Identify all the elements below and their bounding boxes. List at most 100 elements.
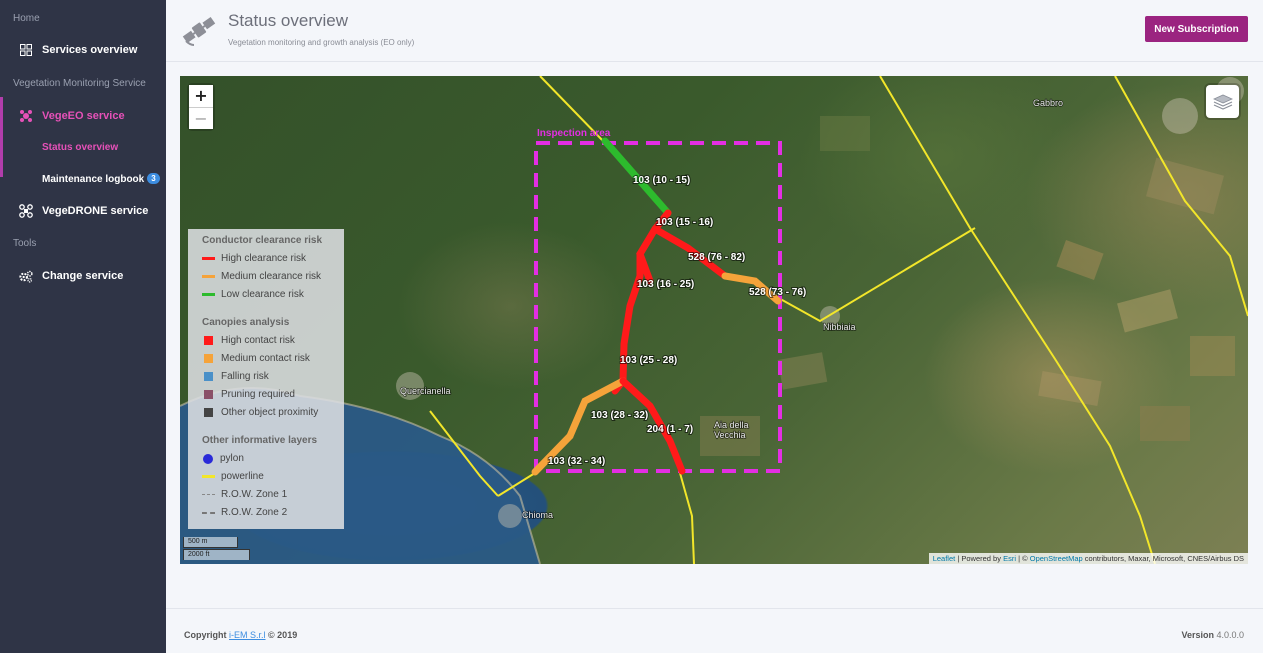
sidebar-section-vegetation: Vegetation Monitoring Service — [13, 78, 146, 89]
legend-swatch — [204, 408, 213, 417]
legend-swatch — [202, 257, 215, 260]
attribution-text: contributors, Maxar, Microsoft, CNES/Air… — [1084, 554, 1244, 563]
version-label: Version — [1181, 630, 1214, 640]
zoom-control: + − — [189, 85, 213, 129]
attribution-text: | Powered by — [957, 554, 1001, 563]
layers-button[interactable] — [1206, 85, 1239, 118]
legend-swatch — [204, 336, 213, 345]
page-subtitle: Vegetation monitoring and growth analysi… — [228, 38, 415, 47]
legend-label: pylon — [220, 453, 244, 464]
place-label: Chioma — [522, 510, 553, 520]
legend-row: powerline — [202, 471, 264, 482]
legend-title-other-layers: Other informative layers — [202, 435, 318, 446]
legend-label: Low clearance risk — [221, 289, 304, 300]
legend-label: Falling risk — [221, 371, 269, 382]
legend-swatch — [204, 390, 213, 399]
place-label: Aia della — [714, 420, 749, 430]
sidebar-item-services-overview[interactable]: Services overview — [0, 37, 166, 63]
legend-row: High contact risk — [202, 335, 295, 346]
company-link[interactable]: i-EM S.r.l — [229, 630, 266, 640]
vegeeo-icon — [19, 109, 33, 123]
place-label: Nibbiaia — [823, 322, 856, 332]
legend-row: Other object proximity — [202, 407, 318, 418]
segment-label: 528 (73 - 76) — [749, 287, 806, 298]
satellite-icon — [180, 11, 218, 49]
segment-label: 103 (32 - 34) — [548, 456, 605, 467]
legend-swatch — [202, 293, 215, 296]
new-subscription-button[interactable]: New Subscription — [1145, 16, 1248, 42]
segment-label: 528 (76 - 82) — [688, 252, 745, 263]
legend-swatch — [202, 475, 215, 478]
map-attribution: Leaflet | Powered by Esri | © OpenStreet… — [928, 553, 1248, 564]
place-label: Vecchia — [714, 430, 746, 440]
sidebar-subitem-maintenance-logbook[interactable]: Maintenance logbook 3 — [42, 173, 160, 185]
segment-label: 204 (1 - 7) — [647, 424, 693, 435]
legend-label: powerline — [221, 471, 264, 482]
segment-label: 103 (16 - 25) — [637, 279, 694, 290]
sidebar-item-label: Change service — [42, 270, 124, 282]
map-view[interactable]: Inspection area 103 (10 - 15) 103 (15 - … — [180, 76, 1248, 564]
drone-icon — [19, 204, 33, 218]
map-legend: Conductor clearance risk High clearance … — [188, 229, 344, 529]
legend-row: pylon — [202, 453, 244, 464]
segment-label: 103 (28 - 32) — [591, 410, 648, 421]
page-header: Status overview Vegetation monitoring an… — [166, 0, 1263, 62]
legend-row: Low clearance risk — [202, 289, 304, 300]
version-number: 4.0.0.0 — [1216, 630, 1244, 640]
legend-row: Pruning required — [202, 389, 295, 400]
legend-label: Pruning required — [221, 389, 295, 400]
zoom-in-button[interactable]: + — [189, 85, 213, 107]
legend-label: High contact risk — [221, 335, 295, 346]
legend-swatch — [202, 494, 215, 495]
page-title: Status overview — [228, 11, 348, 30]
leaflet-link[interactable]: Leaflet — [933, 554, 956, 563]
sidebar-section-home: Home — [13, 13, 40, 24]
legend-row: R.O.W. Zone 2 — [202, 507, 287, 518]
legend-label: Medium contact risk — [221, 353, 310, 364]
zoom-out-button[interactable]: − — [189, 107, 213, 129]
segment-label: 103 (25 - 28) — [620, 355, 677, 366]
sidebar-item-label: Maintenance logbook — [42, 174, 145, 185]
copyright-prefix: Copyright — [184, 630, 227, 640]
legend-label: Medium clearance risk — [221, 271, 322, 282]
legend-row: Medium contact risk — [202, 353, 310, 364]
sidebar: Home Services overview Vegetation Monito… — [0, 0, 166, 653]
attribution-text: | © — [1018, 554, 1028, 563]
legend-label: Other object proximity — [221, 407, 319, 418]
openstreetmap-link[interactable]: OpenStreetMap — [1030, 554, 1083, 563]
sidebar-item-label: VegeEO service — [42, 110, 125, 122]
legend-row: Falling risk — [202, 371, 269, 382]
page-footer: Copyright i-EM S.r.l © 2019 Version 4.0.… — [166, 608, 1263, 653]
sidebar-item-vegeeo[interactable]: VegeEO service — [0, 97, 166, 177]
sidebar-item-change-service[interactable]: Change service — [0, 263, 166, 289]
sidebar-item-label: VegeDRONE service — [42, 205, 149, 217]
legend-swatch — [202, 275, 215, 278]
legend-swatch — [202, 511, 215, 514]
copyright-suffix: © 2019 — [268, 630, 298, 640]
scale-bar-metric: 500 m — [183, 537, 238, 548]
esri-link[interactable]: Esri — [1003, 554, 1016, 563]
segment-label: 103 (15 - 16) — [656, 217, 713, 228]
legend-row: R.O.W. Zone 1 — [202, 489, 287, 500]
legend-swatch — [204, 372, 213, 381]
scale-bar-imperial: 2000 ft — [183, 549, 250, 560]
legend-row: High clearance risk — [202, 253, 306, 264]
sidebar-section-tools: Tools — [13, 238, 37, 249]
legend-label: R.O.W. Zone 1 — [221, 489, 288, 500]
legend-swatch — [203, 453, 213, 464]
legend-label: High clearance risk — [221, 253, 307, 264]
maintenance-count-badge: 3 — [147, 173, 160, 184]
legend-label: R.O.W. Zone 2 — [221, 507, 288, 518]
grid-icon — [19, 43, 33, 57]
gears-icon — [19, 269, 33, 283]
legend-title-canopies: Canopies analysis — [202, 317, 290, 328]
sidebar-item-label: Services overview — [42, 44, 138, 56]
inspection-area-label: Inspection area — [537, 128, 611, 139]
sidebar-item-vegedrone[interactable]: VegeDRONE service — [0, 198, 166, 224]
version-text: Version 4.0.0.0 — [1181, 630, 1244, 640]
legend-row: Medium clearance risk — [202, 271, 321, 282]
sidebar-subitem-status-overview[interactable]: Status overview — [42, 142, 118, 153]
segment-label: 103 (10 - 15) — [633, 175, 690, 186]
place-label: Quercianella — [400, 386, 451, 396]
legend-title-conductor: Conductor clearance risk — [202, 235, 323, 246]
